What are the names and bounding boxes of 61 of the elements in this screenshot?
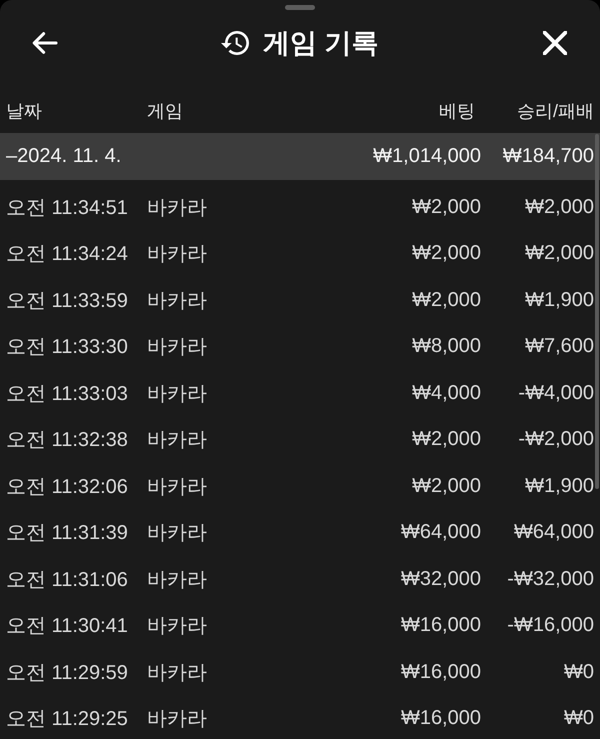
date-label: –2024. 11. 4. (6, 145, 122, 168)
bet-amount: ₩16,000 (400, 614, 481, 638)
bet-amount: ₩32,000 (400, 568, 481, 591)
game-cell-text: 바카라 (147, 335, 207, 360)
close-icon (542, 31, 567, 55)
bet-amount: ₩64,000 (400, 521, 481, 544)
result-total: ₩184,700 (502, 145, 594, 168)
bet-amount: ₩16,000 (400, 660, 481, 684)
time-cell-text: 오전 11:29:59 (6, 660, 128, 686)
result-amount: -₩4,000 (518, 382, 594, 405)
column-header: 베팅 (439, 100, 476, 122)
game-cell-text: 바카라 (147, 707, 207, 732)
result-amount: ₩0 (564, 707, 594, 730)
bet-amount: ₩2,000 (412, 242, 481, 266)
result-amount: -₩32,000 (507, 568, 594, 591)
column-header: 게임 (147, 100, 183, 122)
drag-handle[interactable] (285, 5, 315, 10)
game-cell-text: 바카라 (147, 521, 207, 546)
game-cell-text: 바카라 (147, 242, 207, 268)
result-amount: ₩0 (564, 660, 594, 684)
arrow-left-icon (32, 32, 58, 54)
game-cell-text: 바카라 (147, 382, 207, 407)
bet-amount: ₩4,000 (412, 382, 481, 405)
result-amount: ₩64,000 (514, 521, 594, 544)
bet-total: ₩1,014,000 (373, 145, 481, 168)
column-header: 날짜 (6, 100, 42, 122)
window-title: 게임 기록 (263, 27, 379, 60)
game-cell-text: 바카라 (147, 428, 207, 454)
time-cell-text: 오전 11:30:41 (6, 614, 128, 640)
time-cell-text: 오전 11:32:06 (6, 474, 128, 500)
result-amount: -₩2,000 (518, 428, 594, 452)
column-header: 승리/패배 (516, 100, 594, 122)
bet-amount: ₩16,000 (400, 707, 481, 730)
result-amount: ₩1,900 (525, 474, 594, 498)
time-cell-text: 오전 11:34:51 (6, 196, 128, 221)
bet-amount: ₩2,000 (412, 428, 481, 452)
game-cell-text: 바카라 (147, 196, 207, 221)
time-cell-text: 오전 11:31:39 (6, 521, 128, 546)
bet-amount: ₩2,000 (412, 288, 481, 312)
game-cell-text: 바카라 (147, 568, 207, 593)
time-cell-text: 오전 11:31:06 (6, 568, 128, 593)
result-amount: ₩1,900 (525, 288, 594, 312)
time-cell-text: 오전 11:29:25 (6, 707, 128, 732)
time-cell-text: 오전 11:32:38 (6, 428, 128, 454)
time-cell-text: 오전 11:34:24 (6, 242, 128, 268)
bet-amount: ₩8,000 (412, 335, 481, 358)
history-icon (221, 30, 250, 56)
result-amount: -₩16,000 (507, 614, 594, 638)
result-amount: ₩2,000 (525, 196, 594, 219)
game-cell-text: 바카라 (147, 288, 207, 314)
result-amount: ₩7,600 (525, 335, 594, 358)
bet-amount: ₩2,000 (412, 196, 481, 219)
game-cell-text: 바카라 (147, 660, 207, 686)
result-amount: ₩2,000 (525, 242, 594, 266)
bet-amount: ₩2,000 (412, 474, 481, 498)
game-cell-text: 바카라 (147, 474, 207, 500)
time-cell-text: 오전 11:33:03 (6, 382, 128, 407)
date-group-row[interactable]: –2024. 11. 4. ₩1,014,000 ₩184,700 (0, 133, 600, 180)
time-cell-text: 오전 11:33:30 (6, 335, 128, 360)
time-cell-text: 오전 11:33:59 (6, 288, 128, 314)
game-cell-text: 바카라 (147, 614, 207, 640)
